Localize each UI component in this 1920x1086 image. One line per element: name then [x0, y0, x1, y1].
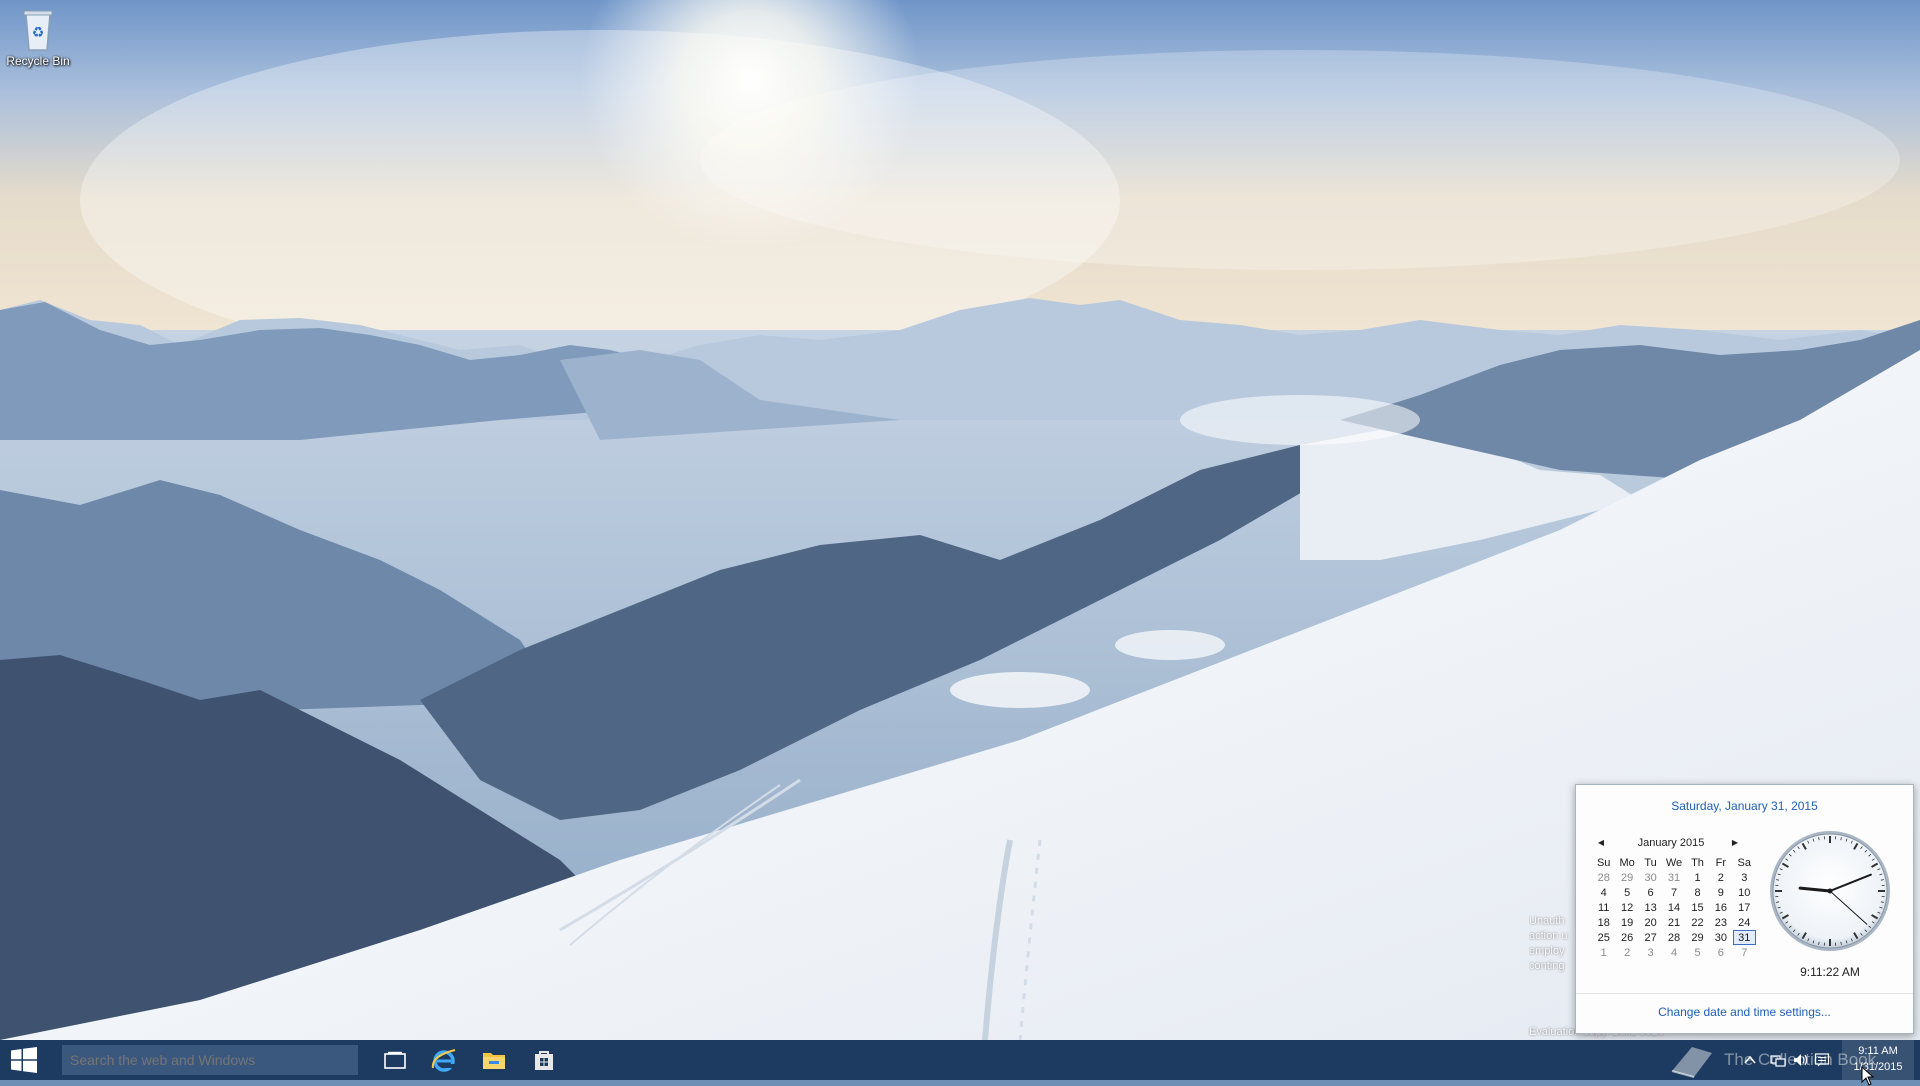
- calendar-day[interactable]: 10: [1733, 885, 1756, 900]
- calendar-day[interactable]: 3: [1733, 870, 1756, 885]
- analog-clock: [1768, 829, 1892, 953]
- calendar-day[interactable]: 7: [1733, 945, 1756, 960]
- desktop-icon-recycle-bin[interactable]: ♻ Recycle Bin: [2, 6, 74, 68]
- store-button[interactable]: [520, 1040, 568, 1080]
- file-explorer-button[interactable]: [470, 1040, 518, 1080]
- prev-month-icon[interactable]: ◀: [1594, 838, 1608, 847]
- calendar-day[interactable]: 19: [1615, 915, 1639, 930]
- internet-explorer-icon: [431, 1048, 457, 1072]
- calendar-day[interactable]: 4: [1662, 945, 1686, 960]
- calendar-day[interactable]: 22: [1686, 915, 1709, 930]
- calendar-day[interactable]: 17: [1733, 900, 1756, 915]
- activation-watermark: Unauth action u employ conting: [1529, 914, 1581, 974]
- calendar-day[interactable]: 27: [1639, 930, 1662, 945]
- calendar-day[interactable]: 4: [1592, 885, 1615, 900]
- weekday-header: Su: [1592, 855, 1615, 870]
- weekday-header-row: SuMoTuWeThFrSa: [1592, 855, 1756, 870]
- calendar-day[interactable]: 12: [1615, 900, 1639, 915]
- month-calendar: ◀ January 2015 ▶ SuMoTuWeThFrSa 28293031…: [1586, 837, 1756, 960]
- digital-clock-time: 9:11:22 AM: [1761, 965, 1899, 979]
- calendar-week-row: 28293031123: [1592, 870, 1756, 885]
- calendar-day[interactable]: 29: [1686, 930, 1709, 945]
- flyout-divider: [1576, 993, 1913, 994]
- show-hidden-icons-icon[interactable]: [1742, 1052, 1758, 1068]
- calendar-day[interactable]: 30: [1639, 870, 1662, 885]
- start-button[interactable]: [0, 1040, 48, 1080]
- desktop-icon-label: Recycle Bin: [2, 54, 74, 68]
- calendar-week-row: 25262728293031: [1592, 930, 1756, 945]
- watermark-line: Unauth: [1529, 914, 1581, 929]
- calendar-day[interactable]: 28: [1662, 930, 1686, 945]
- full-date-link[interactable]: Saturday, January 31, 2015: [1576, 799, 1913, 813]
- calendar-week-row: 45678910: [1592, 885, 1756, 900]
- watermark-line: conting: [1529, 959, 1581, 974]
- calendar-day[interactable]: 20: [1639, 915, 1662, 930]
- calendar-day[interactable]: 29: [1615, 870, 1639, 885]
- calendar-day[interactable]: 5: [1615, 885, 1639, 900]
- internet-explorer-button[interactable]: [420, 1040, 468, 1080]
- calendar-day[interactable]: 16: [1709, 900, 1732, 915]
- calendar-day[interactable]: 3: [1639, 945, 1662, 960]
- calendar-week-row: 18192021222324: [1592, 915, 1756, 930]
- calendar-grid: SuMoTuWeThFrSa 2829303112345678910111213…: [1592, 855, 1756, 960]
- search-input[interactable]: [62, 1045, 358, 1075]
- date-time-flyout: Saturday, January 31, 2015 ◀ January 201…: [1575, 784, 1914, 1034]
- month-label: January 2015: [1638, 837, 1705, 849]
- calendar-day[interactable]: 31: [1733, 930, 1756, 945]
- calendar-day[interactable]: 2: [1709, 870, 1732, 885]
- volume-icon[interactable]: [1792, 1052, 1808, 1068]
- calendar-day[interactable]: 13: [1639, 900, 1662, 915]
- recycle-bin-icon: ♻: [18, 6, 58, 52]
- calendar-week-row: 11121314151617: [1592, 900, 1756, 915]
- taskbar: The Collection Book: [0, 1040, 1920, 1080]
- calendar-day[interactable]: 1: [1686, 870, 1709, 885]
- weekday-header: Th: [1686, 855, 1709, 870]
- calendar-day[interactable]: 15: [1686, 900, 1709, 915]
- taskbar-date: 1/31/2015: [1842, 1061, 1914, 1073]
- network-icon[interactable]: [1770, 1052, 1786, 1068]
- taskbar-clock[interactable]: 9:11 AM 1/31/2015: [1842, 1040, 1914, 1080]
- calendar-day[interactable]: 23: [1709, 915, 1732, 930]
- calendar-day[interactable]: 26: [1615, 930, 1639, 945]
- calendar-day[interactable]: 1: [1592, 945, 1615, 960]
- windows-logo-icon: [11, 1047, 37, 1073]
- calendar-day[interactable]: 30: [1709, 930, 1732, 945]
- watermark-line: employ: [1529, 944, 1581, 959]
- weekday-header: Sa: [1733, 855, 1756, 870]
- calendar-nav: ◀ January 2015 ▶: [1586, 837, 1756, 855]
- calendar-day[interactable]: 9: [1709, 885, 1732, 900]
- calendar-day[interactable]: 14: [1662, 900, 1686, 915]
- weekday-header: We: [1662, 855, 1686, 870]
- calendar-day[interactable]: 28: [1592, 870, 1615, 885]
- calendar-day[interactable]: 31: [1662, 870, 1686, 885]
- weekday-header: Mo: [1615, 855, 1639, 870]
- calendar-day[interactable]: 8: [1686, 885, 1709, 900]
- next-month-icon[interactable]: ▶: [1728, 838, 1742, 847]
- task-view-button[interactable]: [371, 1040, 419, 1080]
- change-date-time-settings-link[interactable]: Change date and time settings...: [1576, 1005, 1913, 1019]
- file-explorer-icon: [482, 1049, 506, 1071]
- calendar-body: 2829303112345678910111213141516171819202…: [1592, 870, 1756, 960]
- taskbar-time: 9:11 AM: [1842, 1045, 1914, 1057]
- action-center-icon[interactable]: [1814, 1052, 1830, 1068]
- calendar-week-row: 1234567: [1592, 945, 1756, 960]
- book-logo-icon: [1668, 1041, 1716, 1079]
- svg-text:♻: ♻: [32, 25, 45, 41]
- weekday-header: Fr: [1709, 855, 1732, 870]
- weekday-header: Tu: [1639, 855, 1662, 870]
- calendar-day[interactable]: 11: [1592, 900, 1615, 915]
- mouse-cursor-icon: [1861, 1066, 1875, 1086]
- calendar-day[interactable]: 6: [1639, 885, 1662, 900]
- calendar-day[interactable]: 25: [1592, 930, 1615, 945]
- calendar-day[interactable]: 7: [1662, 885, 1686, 900]
- watermark-line: action u: [1529, 929, 1581, 944]
- calendar-day[interactable]: 5: [1686, 945, 1709, 960]
- calendar-day[interactable]: 6: [1709, 945, 1732, 960]
- calendar-day[interactable]: 21: [1662, 915, 1686, 930]
- task-view-icon: [384, 1051, 406, 1069]
- store-icon: [533, 1049, 555, 1071]
- calendar-day[interactable]: 18: [1592, 915, 1615, 930]
- calendar-day[interactable]: 24: [1733, 915, 1756, 930]
- calendar-day[interactable]: 2: [1615, 945, 1639, 960]
